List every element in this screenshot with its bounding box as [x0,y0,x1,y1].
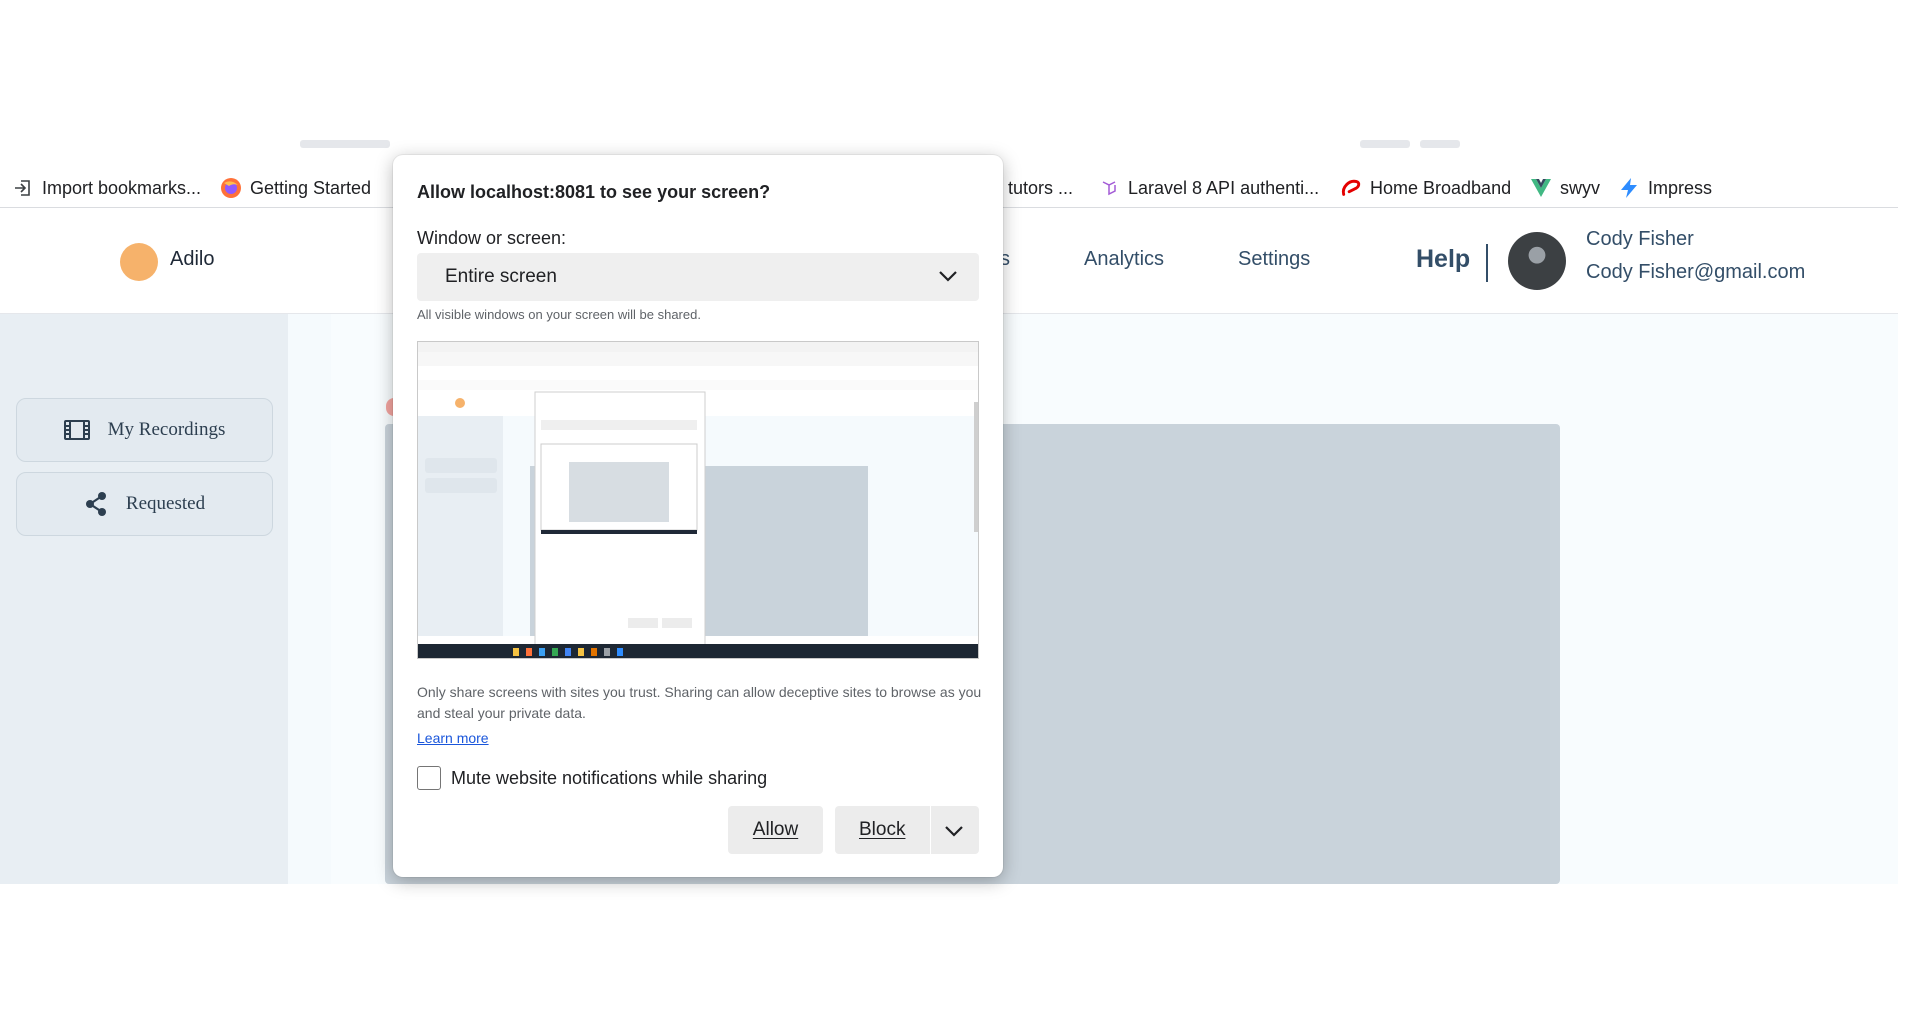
divider [1486,244,1488,282]
allow-button[interactable]: Allow [728,806,823,854]
bookmark-swyv[interactable]: swyv [1530,168,1600,208]
laravel-icon [1098,177,1120,199]
block-label: Block [859,819,906,840]
screen: Import bookmarks... Getting Started tuto… [0,0,1920,1020]
chevron-down-icon[interactable] [943,820,965,848]
screen-preview-thumbnail [418,342,978,658]
browser-toolbar-remnant [0,140,1898,148]
checkbox-label[interactable]: Mute website notifications while sharing [451,768,767,789]
sidebar-item-my-recordings[interactable]: My Recordings [16,398,273,462]
bookmark-broadband[interactable]: Home Broadband [1340,168,1511,208]
user-email: Cody Fisher@gmail.com [1586,261,1806,283]
vue-icon [1530,177,1552,199]
nav-item-settings[interactable]: Settings [1238,248,1310,271]
airtel-icon [1340,177,1362,199]
user-name: Cody Fisher [1586,228,1694,250]
logo-text[interactable]: Adilo [170,248,214,271]
chevron-down-icon [937,265,959,293]
bookmark-getting-started[interactable]: Getting Started [220,168,371,208]
dialog-title: Allow localhost:8081 to see your screen? [417,182,771,202]
learn-more-link[interactable]: Learn more [417,730,489,746]
lightning-icon [1618,177,1640,199]
warning-text: Only share screens with sites you trust.… [417,684,982,721]
sidebar-item-requested[interactable]: Requested [16,472,273,536]
import-icon [12,177,34,199]
bookmark-tutors[interactable]: tutors ... [1008,168,1073,208]
select-label: Window or screen: [417,228,567,248]
firefox-icon [220,177,242,199]
screen-select[interactable]: Entire screen [417,253,979,301]
nav-item-analytics[interactable]: Analytics [1084,248,1164,271]
divider [930,806,931,854]
bookmark-import[interactable]: Import bookmarks... [12,168,201,208]
bookmark-laravel[interactable]: Laravel 8 API authenti... [1098,168,1319,208]
select-hint: All visible windows on your screen will … [417,307,701,322]
logo-icon [120,243,158,281]
help-link[interactable]: Help [1416,245,1470,274]
screen-share-dialog: Allow localhost:8081 to see your screen?… [393,155,1003,877]
sidebar-item-label: Requested [125,493,206,514]
screen-preview [417,341,979,659]
bookmark-impress[interactable]: Impress [1618,168,1712,208]
mute-notifications-checkbox[interactable] [417,766,441,790]
sidebar-item-label: My Recordings [107,419,226,440]
film-icon [63,419,90,441]
block-button[interactable]: Block [835,806,979,854]
screen-select-value: Entire screen [445,266,557,287]
avatar[interactable] [1508,232,1566,290]
share-icon [84,491,108,517]
